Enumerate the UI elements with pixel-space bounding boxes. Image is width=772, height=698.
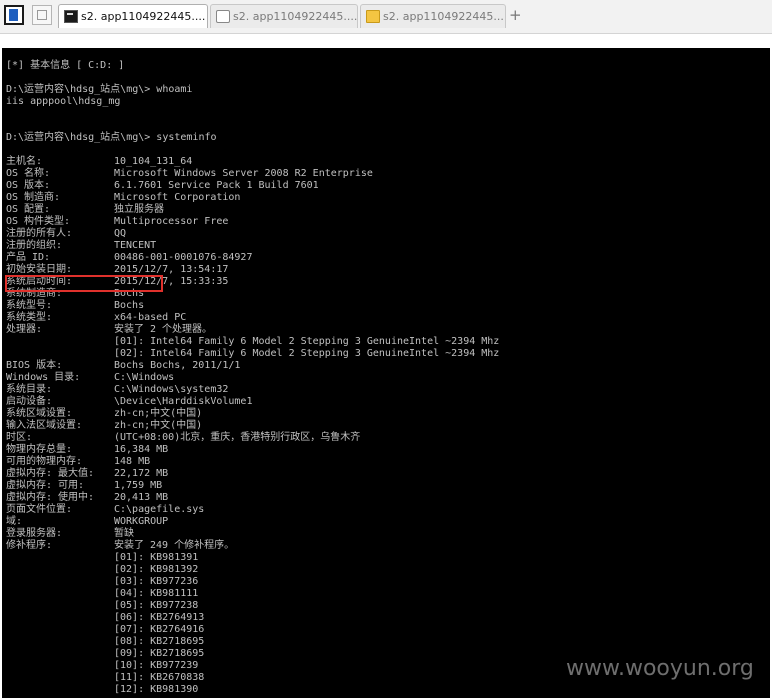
tab-label: s2. app1104922445.... [81,10,206,23]
info-key: 输入法区域设置: [6,420,83,431]
info-value: [09]: KB2718695 [114,648,205,659]
info-value: [01]: KB981391 [114,552,199,563]
info-value: [04]: KB981111 [114,588,199,599]
console-text: iis apppool\hdsg_mg [6,96,121,107]
info-key: 注册的所有人: [6,228,73,239]
info-value: [10]: KB977239 [114,660,199,671]
info-key: 时区: [6,432,33,443]
info-value: 20,413 MB [114,492,169,503]
info-value: 10_104_131_64 [114,156,193,167]
info-value: \Device\HarddiskVolume1 [114,396,253,407]
info-key: 产品 ID: [6,252,51,263]
info-key: OS 版本: [6,180,51,191]
info-value: [02]: KB981392 [114,564,199,575]
info-value: WORKGROUP [114,516,169,527]
info-value: TENCENT [114,240,157,251]
info-value: C:\Windows [114,372,175,383]
screenshot-icon[interactable] [32,5,52,25]
info-key: OS 配置: [6,204,51,215]
info-value: Bochs Bochs, 2011/1/1 [114,360,241,371]
info-key: 系统区域设置: [6,408,73,419]
console-line: iis apppool\hdsg_mg [6,96,120,108]
console-text: [*] 基本信息 [ C:D: ] [6,60,125,71]
tab-bar: s2. app1104922445.... s2. app1104922445.… [0,0,772,34]
page-icon [216,10,230,23]
info-key: 虚拟内存: 可用: [6,480,85,491]
info-value: [11]: KB2670838 [114,672,205,683]
info-key: 注册的组织: [6,240,63,251]
console-text: D:\运营内容\hdsg_站点\mg\> whoami [6,84,193,95]
info-key: Windows 目录: [6,372,81,383]
info-value: QQ [114,228,127,239]
folder-icon [366,10,380,23]
info-key: 可用的物理内存: [6,456,83,467]
info-value: [07]: KB2764916 [114,624,205,635]
info-key: 登录服务器: [6,528,63,539]
info-value: 独立服务器 [114,204,164,215]
highlight-box [5,275,163,292]
window-layout-icon[interactable] [4,5,24,25]
info-key: 系统型号: [6,300,53,311]
info-value: C:\pagefile.sys [114,504,205,515]
info-value: 安装了 249 个修补程序。 [114,540,235,551]
info-key: OS 制造商: [6,192,61,203]
info-value: [05]: KB977238 [114,600,199,611]
info-key: 虚拟内存: 最大值: [6,468,95,479]
info-value: [01]: Intel64 Family 6 Model 2 Stepping … [114,336,500,347]
info-value: Multiprocessor Free [114,216,229,227]
info-value: zh-cn;中文(中国) [114,408,203,419]
info-key: 修补程序: [6,540,53,551]
console-line: D:\运营内容\hdsg_站点\mg\> whoami [6,84,192,96]
info-key: OS 构件类型: [6,216,71,227]
new-tab-button[interactable]: + [509,6,522,24]
info-value: x64-based PC [114,312,187,323]
watermark: www.wooyun.org [566,656,754,681]
tab-page[interactable]: s2. app1104922445.... [210,4,358,28]
info-value: 00486-001-0001076-84927 [114,252,253,263]
info-value: Microsoft Corporation [114,192,241,203]
console-text: D:\运营内容\hdsg_站点\mg\> systeminfo [6,132,217,143]
info-value: 22,172 MB [114,468,169,479]
info-value: (UTC+08:00)北京，重庆，香港特别行政区，乌鲁木齐 [114,432,361,443]
console-line: [*] 基本信息 [ C:D: ] [6,60,124,72]
info-value: [12]: KB981390 [114,684,199,695]
info-value: 安装了 2 个处理器。 [114,324,213,335]
tab-label: s2. app1104922445.... [233,10,358,23]
info-key: 域: [6,516,23,527]
info-key: BIOS 版本: [6,360,63,371]
info-value: [06]: KB2764913 [114,612,205,623]
info-value: 6.1.7601 Service Pack 1 Build 7601 [114,180,319,191]
info-value: 1,759 MB [114,480,163,491]
info-value: [03]: KB977236 [114,576,199,587]
info-key: 系统目录: [6,384,53,395]
info-key: 启动设备: [6,396,53,407]
console-line: D:\运营内容\hdsg_站点\mg\> systeminfo [6,132,217,144]
info-value: C:\Windows\system32 [114,384,229,395]
info-value: Microsoft Windows Server 2008 R2 Enterpr… [114,168,373,179]
cmd-icon [64,10,78,23]
tab-label: s2. app1104922445.... [383,10,506,23]
info-value: 暂缺 [114,528,134,539]
info-key: 页面文件位置: [6,504,73,515]
info-value: zh-cn;中文(中国) [114,420,203,431]
tab-terminal[interactable]: s2. app1104922445.... [58,4,208,28]
tab-folder[interactable]: s2. app1104922445.... [360,4,506,28]
info-key: 处理器: [6,324,43,335]
info-key: OS 名称: [6,168,51,179]
info-value: 148 MB [114,456,151,467]
info-key: 主机名: [6,156,43,167]
info-value: 16,384 MB [114,444,169,455]
info-key: 系统类型: [6,312,53,323]
console-output: [*] 基本信息 [ C:D: ] D:\运营内容\hdsg_站点\mg\> wh… [2,48,770,698]
info-value: [08]: KB2718695 [114,636,205,647]
info-key: 虚拟内存: 使用中: [6,492,95,503]
info-value: [02]: Intel64 Family 6 Model 2 Stepping … [114,348,500,359]
info-key: 物理内存总量: [6,444,73,455]
info-value: Bochs [114,300,145,311]
